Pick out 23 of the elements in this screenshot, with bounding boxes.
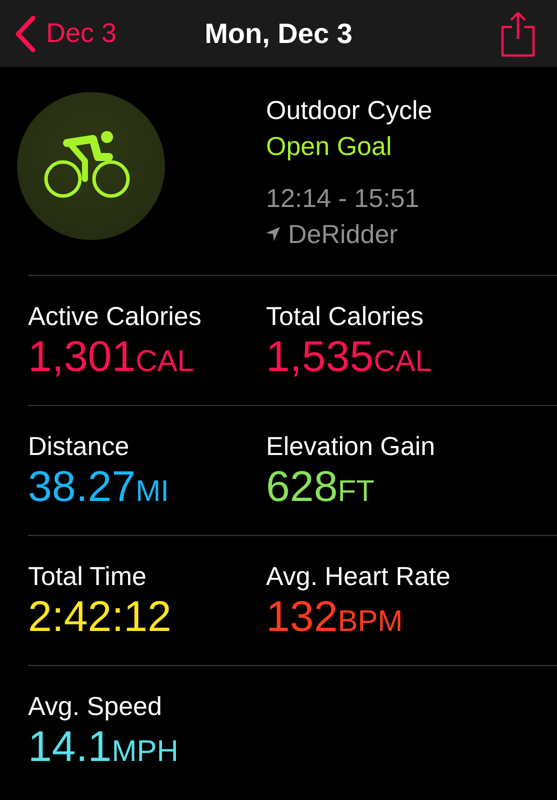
workout-name: Outdoor Cycle	[266, 94, 432, 127]
metric-label: Elevation Gain	[266, 430, 436, 462]
back-chevron-icon	[14, 14, 36, 52]
metric-label: Total Time	[28, 560, 148, 592]
location-name: DeRidder	[288, 218, 398, 251]
metric-value: 132BPM	[266, 592, 404, 643]
metric-label: Distance	[28, 430, 130, 462]
screen-title: Mon, Dec 3	[204, 18, 352, 50]
location-arrow-icon	[266, 227, 280, 241]
metric-label: Avg. Speed	[28, 690, 163, 722]
metric-value: 1,301CAL	[28, 332, 195, 383]
share-icon[interactable]	[501, 10, 535, 56]
metric-label: Total Calories	[266, 300, 425, 332]
time-range: 12:14 - 15:51	[266, 182, 420, 215]
back-button[interactable]: Dec 3	[14, 14, 117, 52]
metric-value: 2:42:12	[28, 592, 172, 642]
metric-label: Avg. Heart Rate	[266, 560, 452, 592]
workout-goal: Open Goal	[266, 130, 393, 163]
metric-value: 14.1MPH	[28, 722, 180, 773]
metric-label: Active Calories	[28, 300, 202, 332]
metric-value: 628FT	[266, 462, 376, 513]
metric-value: 38.27MI	[28, 462, 170, 513]
metric-value: 1,535CAL	[266, 332, 433, 383]
